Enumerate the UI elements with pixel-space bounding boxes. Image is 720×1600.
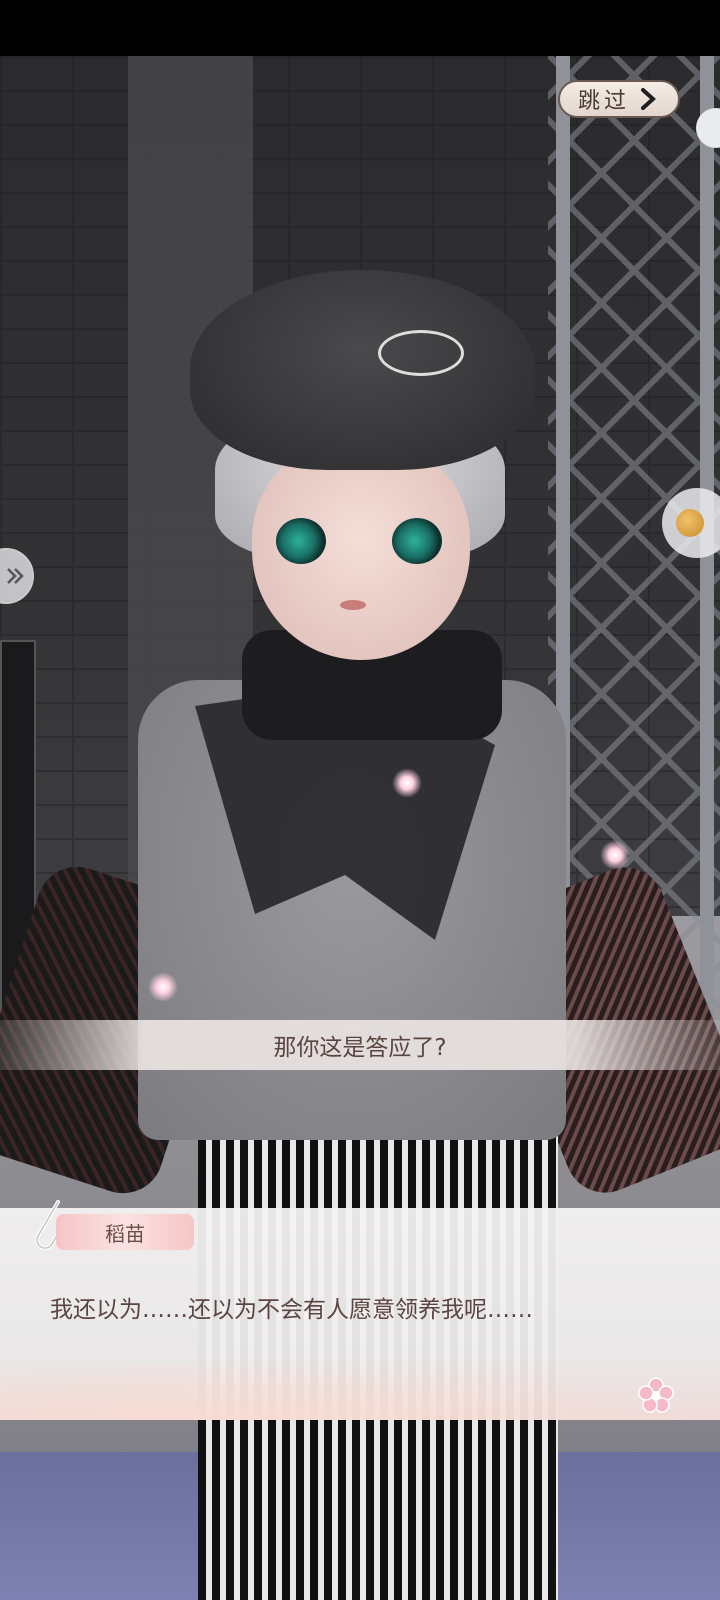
skip-button[interactable]: 跳过 xyxy=(558,80,680,118)
double-chevron-icon xyxy=(7,568,24,584)
character-hat xyxy=(190,270,535,470)
coin-icon xyxy=(676,509,704,537)
character-right-eye xyxy=(392,518,442,564)
choice-prompt-bar[interactable]: 那你这是答应了? xyxy=(0,1020,720,1070)
character-left-eye xyxy=(276,518,326,564)
skip-label: 跳过 xyxy=(577,89,630,114)
dialogue-text: 我还以为……还以为不会有人愿意领养我呢…… xyxy=(50,1297,533,1323)
choice-prompt-text: 那你这是答应了? xyxy=(273,1035,447,1061)
speaker-name: 稻苗 xyxy=(105,1221,145,1246)
hat-logo xyxy=(378,330,464,376)
sparkle-effect xyxy=(392,768,422,798)
chevron-right-icon xyxy=(641,88,656,110)
sparkle-effect xyxy=(148,972,178,1002)
dialogue-decoration xyxy=(0,1360,720,1420)
character-mouth xyxy=(340,600,366,610)
sparkle-effect xyxy=(600,840,630,870)
speaker-nameplate: 稻苗 xyxy=(56,1214,194,1250)
sakura-icon[interactable] xyxy=(636,1376,676,1416)
